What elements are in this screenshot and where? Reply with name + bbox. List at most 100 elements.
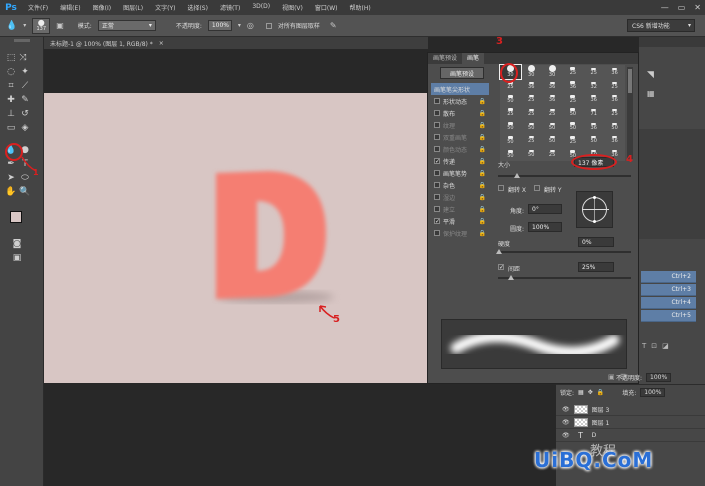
spacing-slider-knob[interactable] [508, 275, 514, 280]
layer-row[interactable]: 👁 图层 1 [556, 416, 705, 429]
brush-tip[interactable]: 36 [604, 65, 625, 79]
brush-tip[interactable]: 50 [521, 120, 542, 134]
brush-tip[interactable]: 71 [583, 106, 604, 120]
lock-icon[interactable]: 🔒 [479, 194, 486, 201]
brush-tip[interactable]: 36 [583, 120, 604, 134]
path-select-icon[interactable]: ➤ [4, 171, 18, 185]
triangle-icon[interactable]: ◥ [647, 70, 654, 80]
brush-tip[interactable]: 25 [500, 106, 521, 120]
chevron-down-icon[interactable]: ▾ [23, 22, 26, 29]
brush-tool-icon[interactable]: 💧 [6, 21, 17, 31]
tab-brush-presets[interactable]: 画笔预设 [428, 53, 462, 64]
screen-mode-icon[interactable]: ▣ [10, 251, 24, 265]
maximize-button[interactable]: ▭ [678, 3, 686, 12]
pressure-opacity-icon[interactable]: ◎ [247, 21, 254, 30]
brush-tip-scrollbar[interactable] [627, 67, 633, 159]
spacing-slider[interactable] [498, 277, 631, 279]
brush-option-1[interactable]: 形状动态 🔒 [431, 95, 489, 107]
brush-option-checkbox[interactable] [434, 182, 440, 188]
brush-tip[interactable]: 25 [604, 79, 625, 93]
eraser-icon[interactable]: ▭ [4, 121, 18, 135]
brush-tip[interactable]: 50 [500, 120, 521, 134]
brush-tip[interactable]: 36 [521, 79, 542, 93]
brush-option-3[interactable]: 纹理 🔒 [431, 119, 489, 131]
lock-icon[interactable]: 🔒 [479, 218, 486, 225]
sample-all-layers-checkbox[interactable] [265, 22, 272, 29]
lock-icon[interactable]: 🔒 [479, 182, 486, 189]
lock-icon[interactable]: 🔒 [479, 122, 486, 129]
menu-item-7[interactable]: 3D(D) [246, 3, 276, 12]
menu-item-0[interactable]: 文件(F) [22, 3, 54, 12]
brush-tip[interactable]: 50 [521, 147, 542, 161]
lock-icon[interactable]: 🔒 [479, 98, 486, 105]
lock-icon[interactable]: 🔒 [479, 206, 486, 213]
brush-option-checkbox[interactable] [434, 230, 440, 236]
clone-stamp-icon[interactable]: ⊥ [4, 107, 18, 121]
smart-filter-icon[interactable]: ◪ [662, 342, 669, 354]
zoom-tool-icon[interactable]: 🔍 [18, 185, 32, 199]
hardness-input[interactable]: 0% [578, 237, 614, 247]
brush-option-checkbox[interactable]: ✓ [434, 218, 440, 225]
brush-option-12[interactable]: 保护纹理 🔒 [431, 227, 489, 239]
layer-row[interactable]: 👁 T D [556, 429, 705, 442]
brush-tip[interactable]: 25 [521, 106, 542, 120]
size-slider-knob[interactable] [514, 173, 520, 178]
brush-tip[interactable]: 50 [563, 120, 584, 134]
menu-item-8[interactable]: 视图(V) [276, 3, 309, 12]
brush-tip[interactable]: 50 [563, 106, 584, 120]
channel-row[interactable]: Ctrl+2 [641, 271, 696, 283]
brush-tip[interactable]: 36 [604, 92, 625, 106]
lock-icon[interactable]: 🔒 [479, 134, 486, 141]
brush-tip[interactable]: 25 [521, 92, 542, 106]
flip-x-checkbox[interactable] [498, 185, 504, 191]
layer-row[interactable]: 👁 图层 3 [556, 403, 705, 416]
eyedropper-icon[interactable]: ⟋ [18, 79, 32, 93]
lock-icon[interactable]: 🔒 [479, 158, 486, 165]
history-brush-icon[interactable]: ↺ [18, 107, 32, 121]
marquee-tool-icon[interactable]: ⬚ [4, 51, 18, 65]
brush-option-10[interactable]: 建立 🔒 [431, 203, 489, 215]
hand-tool-icon[interactable]: ✋ [4, 185, 18, 199]
move-tool-icon[interactable]: ⤨ [16, 51, 30, 65]
fill-input[interactable]: 100% [640, 388, 666, 397]
brush-tip[interactable]: 25 [563, 92, 584, 106]
brush-option-4[interactable]: 双重画笔 🔒 [431, 131, 489, 143]
brush-tip[interactable]: 25 [521, 134, 542, 148]
hardness-slider-knob[interactable] [496, 249, 502, 254]
brush-tip[interactable]: 50 [542, 120, 563, 134]
brush-option-checkbox[interactable] [434, 194, 440, 200]
angle-input[interactable]: 0° [528, 204, 562, 214]
mode-select[interactable]: 正常 ▾ [97, 20, 156, 31]
menu-item-5[interactable]: 选择(S) [181, 3, 214, 12]
type-filter-icon[interactable]: T [642, 342, 646, 354]
spacing-checkbox[interactable]: ✓ [498, 264, 504, 271]
brush-option-6[interactable]: ✓ 传递 🔒 [431, 155, 489, 167]
brush-tip[interactable]: 50 [583, 134, 604, 148]
close-icon[interactable]: × [159, 40, 164, 47]
brush-tip[interactable]: 36 [563, 79, 584, 93]
shape-filter-icon[interactable]: ⊡ [651, 342, 657, 354]
brush-tip[interactable]: 32 [583, 79, 604, 93]
lock-icon[interactable]: 🔒 [479, 170, 486, 177]
brush-tip[interactable]: 25 [604, 106, 625, 120]
brush-tip[interactable]: 30 [521, 65, 542, 79]
spacing-input[interactable]: 25% [578, 262, 614, 272]
menu-item-9[interactable]: 窗口(W) [309, 3, 344, 12]
angle-roundness-widget[interactable] [576, 191, 613, 228]
brush-option-2[interactable]: 散布 🔒 [431, 107, 489, 119]
brush-option-checkbox[interactable] [434, 206, 440, 212]
brush-option-checkbox[interactable]: ✓ [434, 158, 440, 165]
brush-tip[interactable]: 25 [563, 65, 584, 79]
document-canvas[interactable] [44, 93, 428, 383]
close-button[interactable]: ✕ [694, 3, 701, 12]
brush-option-checkbox[interactable] [434, 110, 440, 116]
brush-size-picker[interactable]: ● 137 [32, 17, 51, 34]
visibility-eye-icon[interactable]: 👁 [562, 406, 570, 413]
chevron-down-icon[interactable]: ▾ [238, 22, 241, 29]
brush-tip[interactable]: 36 [542, 79, 563, 93]
lock-icon[interactable]: 🔒 [479, 110, 486, 117]
channel-row[interactable]: Ctrl+3 [641, 284, 696, 296]
brush-option-checkbox[interactable] [434, 98, 440, 104]
lock-icon[interactable]: 🔒 [479, 230, 486, 237]
lasso-tool-icon[interactable]: ◌ [4, 65, 18, 79]
